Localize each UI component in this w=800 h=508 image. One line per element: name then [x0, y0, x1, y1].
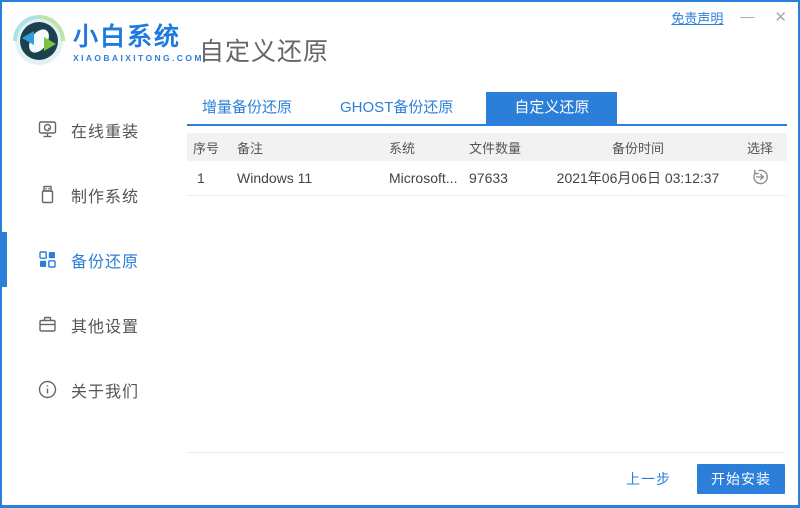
footer-bar: 上一步 开始安装 — [187, 452, 785, 505]
sidebar-item-online-reinstall[interactable]: 在线重装 — [2, 97, 178, 162]
modules-grid-icon — [36, 249, 58, 271]
cell-file-count: 97633 — [469, 170, 508, 186]
sidebar-item-label: 关于我们 — [71, 383, 140, 401]
page-title: 自定义还原 — [199, 38, 330, 66]
sidebar: 在线重装 制作系统 备份还原 其他设置 关于我们 — [2, 97, 178, 422]
sidebar-item-other-settings[interactable]: 其他设置 — [2, 292, 178, 357]
disclaimer-link[interactable]: 免责声明 — [671, 8, 723, 27]
col-header-system: 系统 — [389, 140, 416, 156]
brand-name: 小白系统 — [73, 23, 182, 51]
minimize-icon[interactable]: — — [737, 7, 757, 25]
tab-bar: 增量备份还原 GHOST备份还原 自定义还原 — [187, 92, 787, 126]
tab-ghost-backup-restore[interactable]: GHOST备份还原 — [325, 92, 468, 124]
brand-text: 小白系统 XIAOBAIXITONG.COM — [73, 24, 204, 63]
restore-history-icon[interactable] — [750, 167, 770, 187]
cell-system: Microsoft... — [389, 170, 458, 186]
usb-drive-icon — [36, 184, 58, 206]
recycle-arrows-logo-icon — [12, 15, 66, 72]
app-window: 免责声明 — ✕ 小白系统 XIAOBAIXITONG.COM 自定义还原 在线… — [0, 0, 800, 508]
monitor-reinstall-icon — [36, 119, 58, 141]
sidebar-item-label: 其他设置 — [71, 318, 140, 336]
backup-table: 序号 备注 系统 文件数量 备份时间 选择 1 Windows 11 Micro… — [187, 133, 787, 196]
tab-custom-restore[interactable]: 自定义还原 — [486, 92, 618, 124]
start-install-button[interactable]: 开始安装 — [697, 464, 785, 494]
info-circle-icon — [36, 379, 58, 401]
col-header-select: 选择 — [746, 140, 773, 156]
col-header-backup-time: 备份时间 — [611, 140, 664, 156]
sidebar-item-about-us[interactable]: 关于我们 — [2, 357, 178, 422]
brand-domain: XIAOBAIXITONG.COM — [73, 53, 204, 63]
main-content: 增量备份还原 GHOST备份还原 自定义还原 序号 备注 系统 文件数量 备份时… — [187, 92, 787, 196]
sidebar-item-label: 备份还原 — [71, 253, 140, 271]
cell-select — [733, 167, 787, 190]
cell-seq: 1 — [197, 170, 205, 186]
sidebar-item-label: 在线重装 — [71, 123, 140, 141]
titlebar-controls: 免责声明 — ✕ — [671, 8, 790, 27]
sidebar-item-backup-restore[interactable]: 备份还原 — [2, 227, 178, 292]
toolbox-icon — [36, 314, 58, 336]
col-header-note: 备注 — [237, 140, 264, 156]
sidebar-item-make-system[interactable]: 制作系统 — [2, 162, 178, 227]
tab-incremental-backup-restore[interactable]: 增量备份还原 — [187, 92, 307, 124]
table-row: 1 Windows 11 Microsoft... 97633 2021年06月… — [187, 161, 787, 196]
close-icon[interactable]: ✕ — [771, 9, 790, 27]
table-header-row: 序号 备注 系统 文件数量 备份时间 选择 — [187, 133, 787, 161]
cell-note: Windows 11 — [237, 170, 313, 186]
previous-step-button[interactable]: 上一步 — [626, 469, 671, 489]
brand-logo: 小白系统 XIAOBAIXITONG.COM — [12, 15, 204, 72]
col-header-file-count: 文件数量 — [469, 140, 522, 156]
col-header-seq: 序号 — [193, 140, 220, 156]
cell-backup-time: 2021年06月06日 03:12:37 — [556, 170, 720, 186]
sidebar-item-label: 制作系统 — [71, 188, 140, 206]
